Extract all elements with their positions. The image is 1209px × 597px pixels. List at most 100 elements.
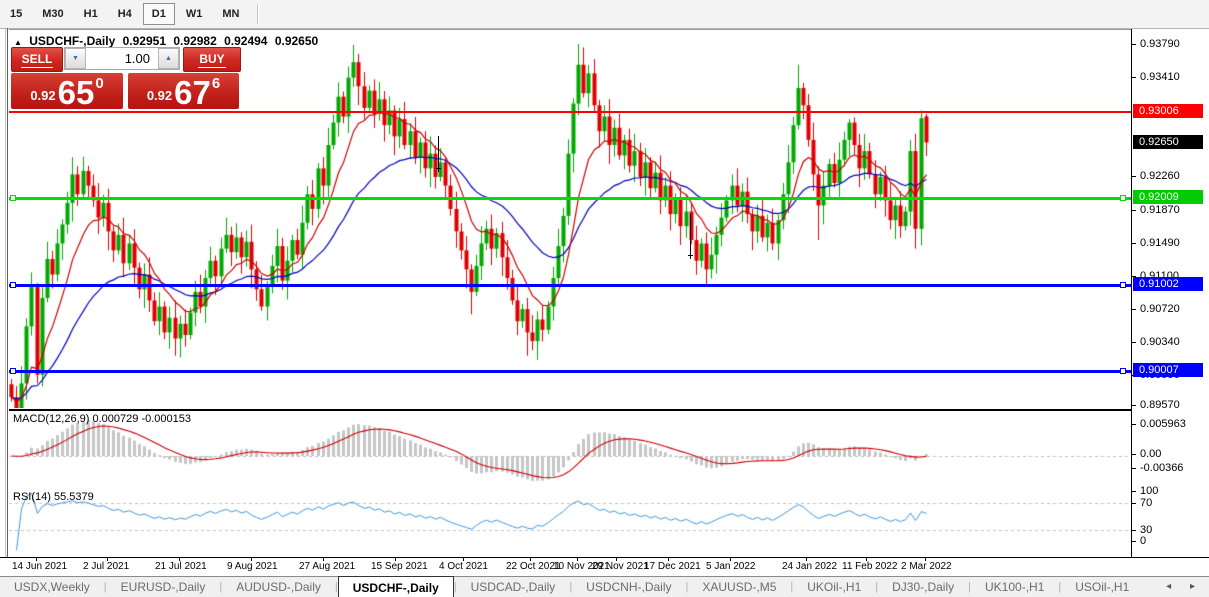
axis-tick: [1132, 454, 1136, 455]
tab-xauusd-m5[interactable]: XAUUSD-,M5: [688, 577, 790, 597]
price-axis: 0.93790 0.93410 0.92260 0.91870 0.91490 0.911…: [1131, 29, 1209, 557]
axis-tick: [1132, 77, 1136, 78]
volume-input[interactable]: [86, 48, 158, 69]
vertical-line-object[interactable]: [690, 214, 691, 259]
symbol-marker-icon: ▲: [14, 38, 22, 47]
macd-pane: MACD(12,26,9) 0.000729 -0.000153: [9, 410, 1131, 490]
trading-platform-window: 15 M30 H1 H4 D1 W1 MN ▲ USDCHF-,Daily 0.92951 …: [0, 0, 1209, 597]
level-line-handle[interactable]: [10, 282, 16, 288]
buy-price-big: 67: [174, 73, 211, 111]
date-label: 5 Jan 2022: [706, 561, 756, 572]
horizontal-level-line-0.91002[interactable]: [9, 284, 1131, 287]
timeframe-button-mn[interactable]: MN: [213, 3, 248, 25]
axis-tick: [1132, 424, 1136, 425]
timeframe-button-m30[interactable]: M30: [33, 3, 72, 25]
macd-axis-label: -0.00366: [1140, 462, 1184, 474]
toolbar-separator: [257, 4, 260, 24]
tab-scroll-arrows[interactable]: ◂ ▸: [1166, 581, 1203, 592]
price-tick-label: 0.91490: [1140, 237, 1180, 249]
price-tick-label: 0.90340: [1140, 336, 1180, 348]
macd-value-signal: -0.000153: [141, 413, 191, 425]
one-click-trading-widget: SELL ▼ ▲ BUY 0.92 65 0 0.92 67 6: [11, 47, 241, 110]
timeframe-button-h4[interactable]: H4: [109, 3, 141, 25]
axis-tick: [1132, 503, 1136, 504]
price-tick-label: 0.92260: [1140, 170, 1180, 182]
level-line-handle[interactable]: [1120, 282, 1126, 288]
vertical-line-object-foot: [688, 255, 693, 256]
level-line-handle[interactable]: [10, 195, 16, 201]
price-badge-0.90007: 0.90007: [1133, 363, 1203, 377]
price-pane: ▲ USDCHF-,Daily 0.92951 0.92982 0.92494 …: [9, 29, 1131, 410]
buy-button[interactable]: BUY: [183, 47, 241, 72]
rsi-canvas[interactable]: [9, 490, 1131, 556]
axis-tick: [1132, 44, 1136, 45]
tab-usdchf-daily[interactable]: USDCHF-,Daily: [337, 576, 454, 597]
window-frame-line: [7, 28, 8, 576]
tab-usoil-h1[interactable]: USOil-,H1: [1061, 577, 1143, 597]
tab-uk100-h1[interactable]: UK100-,H1: [971, 577, 1058, 597]
window-frame-line: [5, 28, 6, 576]
rsi-axis-label: 100: [1140, 485, 1159, 497]
axis-tick: [1132, 405, 1136, 406]
price-tick-label: 0.93410: [1140, 71, 1180, 83]
date-label: 21 Jul 2021: [155, 561, 207, 572]
horizontal-level-line-0.92009[interactable]: [9, 197, 1131, 200]
price-tick-label: 0.93790: [1140, 38, 1180, 50]
timeframe-button-h1[interactable]: H1: [75, 3, 107, 25]
horizontal-level-line-0.90007[interactable]: [9, 370, 1131, 373]
price-tick-label: 0.89570: [1140, 399, 1180, 411]
price-tick-label: 0.91870: [1140, 204, 1180, 216]
buy-price-panel[interactable]: 0.92 67 6: [128, 73, 239, 109]
tab-ukoil-h1[interactable]: UKOil-,H1: [793, 577, 875, 597]
tab-usdcnh-daily[interactable]: USDCNH-,Daily: [572, 577, 685, 597]
macd-label: MACD(12,26,9) 0.000729 -0.000153: [13, 413, 191, 425]
tab-usdx-weekly[interactable]: USDX,Weekly: [0, 577, 104, 597]
axis-tick: [1132, 210, 1136, 211]
tab-audusd-daily[interactable]: AUDUSD-,Daily: [222, 577, 335, 597]
ohlc-high: 0.92982: [173, 34, 217, 48]
axis-tick: [1132, 243, 1136, 244]
sell-button[interactable]: SELL: [11, 47, 63, 72]
date-label: 4 Oct 2021: [439, 561, 488, 572]
ohlc-open: 0.92951: [122, 34, 167, 48]
rsi-axis-label: 70: [1140, 497, 1153, 509]
symbol-tab-bar: USDX,Weekly | EURUSD-,Daily | AUDUSD-,Daily |…: [0, 576, 1209, 597]
timeframe-button-w1[interactable]: W1: [177, 3, 212, 25]
timeframe-toolbar: 15 M30 H1 H4 D1 W1 MN: [0, 0, 1209, 29]
axis-tick: [1132, 309, 1136, 310]
level-line-handle[interactable]: [1120, 195, 1126, 201]
macd-value-main: 0.000729: [92, 413, 139, 425]
timeframe-button-d1[interactable]: D1: [142, 3, 175, 25]
price-badge-0.92009: 0.92009: [1133, 190, 1203, 204]
sell-price-big: 65: [57, 73, 95, 111]
date-label: 14 Jun 2021: [12, 561, 68, 572]
level-line-handle[interactable]: [10, 368, 16, 374]
macd-axis-label: 0.00: [1140, 448, 1162, 460]
buy-price-sup: 6: [211, 75, 221, 92]
vertical-line-object[interactable]: [438, 136, 439, 172]
axis-tick: [1132, 491, 1136, 492]
date-label: 29 Nov 2021: [592, 561, 649, 572]
ohlc-close: 0.92650: [274, 34, 319, 48]
tab-eurusd-daily[interactable]: EURUSD-,Daily: [107, 577, 220, 597]
price-badge-0.92650: 0.92650: [1133, 135, 1203, 149]
buy-price-small: 0.92: [146, 88, 173, 103]
tab-dj30-daily[interactable]: DJ30-,Daily: [878, 577, 968, 597]
axis-tick: [1132, 342, 1136, 343]
level-line-handle[interactable]: [1120, 368, 1126, 374]
date-axis: 14 Jun 2021 2 Jul 2021 21 Jul 2021 9 Aug 20…: [0, 557, 1209, 577]
sell-price-sup: 0: [95, 75, 104, 92]
tab-usdcad-daily[interactable]: USDCAD-,Daily: [457, 577, 570, 597]
horizontal-level-line-0.93006[interactable]: [9, 111, 1131, 113]
date-label: 2 Mar 2022: [901, 561, 952, 572]
axis-tick: [1132, 468, 1136, 469]
volume-decrease-button[interactable]: ▼: [65, 48, 86, 69]
price-badge-0.91002: 0.91002: [1133, 277, 1203, 291]
ohlc-low: 0.92494: [224, 34, 268, 48]
sell-price-panel[interactable]: 0.92 65 0: [11, 73, 123, 109]
rsi-value: 55.5379: [53, 491, 94, 503]
volume-increase-button[interactable]: ▲: [158, 48, 179, 69]
sell-price-small: 0.92: [30, 88, 56, 103]
timeframe-button-15[interactable]: 15: [1, 3, 31, 25]
date-label: 24 Jan 2022: [782, 561, 838, 572]
